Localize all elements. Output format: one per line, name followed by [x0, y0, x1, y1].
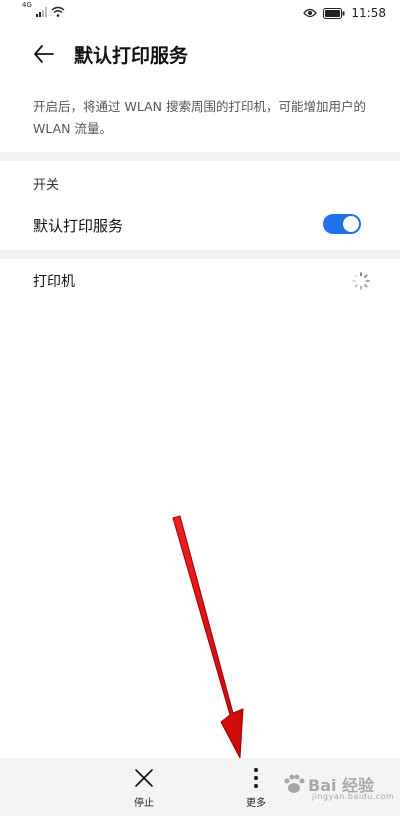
loading-spinner-icon — [352, 272, 370, 290]
default-print-service-toggle[interactable] — [323, 214, 361, 234]
app-header: 默认打印服务 — [0, 30, 400, 78]
status-time: 11:58 — [351, 6, 386, 20]
wifi-icon — [51, 6, 65, 17]
more-button[interactable]: 更多 — [226, 766, 286, 812]
network-type-label: 4G — [22, 1, 32, 9]
status-left: 4G — [22, 2, 65, 17]
watermark-subtext: jingyan.baidu.com — [312, 792, 395, 801]
close-x-icon — [135, 769, 153, 787]
more-button-label: 更多 — [246, 798, 266, 809]
signal-icon — [35, 7, 47, 17]
default-print-service-label: 默认打印服务 — [33, 217, 124, 235]
status-right: 11:58 — [303, 6, 386, 20]
printers-label: 打印机 — [33, 274, 75, 290]
stop-button-label: 停止 — [134, 798, 154, 809]
section-divider-1 — [0, 152, 400, 161]
status-bar: 4G 11:58 — [0, 0, 400, 28]
baidu-watermark: Bai 经验 jingyan.baidu.com — [282, 766, 395, 806]
back-arrow-icon — [34, 45, 54, 63]
stop-button[interactable]: 停止 — [114, 766, 174, 812]
back-button[interactable] — [28, 40, 60, 68]
battery-icon — [323, 7, 345, 19]
switch-section-label: 开关 — [33, 178, 60, 193]
eye-icon — [303, 8, 318, 18]
more-vertical-icon — [254, 768, 258, 788]
page-title: 默认打印服务 — [74, 45, 189, 67]
toggle-knob — [343, 216, 359, 232]
section-divider-2 — [0, 250, 400, 259]
paw-logo-icon — [284, 774, 305, 793]
description-text: 开启后，将通过 WLAN 搜索周围的打印机，可能增加用户的 WLAN 流量。 — [33, 99, 366, 136]
